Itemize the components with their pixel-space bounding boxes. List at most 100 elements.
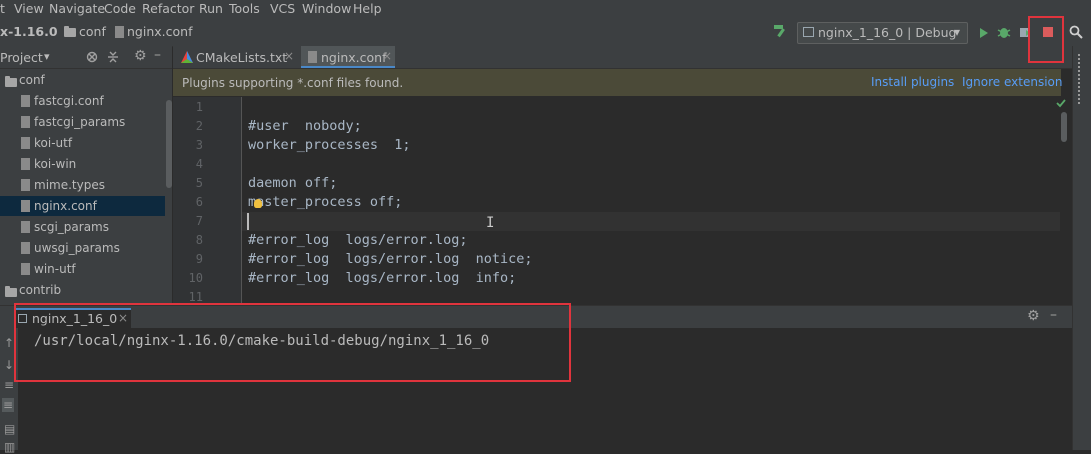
search-icon[interactable] <box>1069 25 1083 39</box>
menu-vcs[interactable]: VCS <box>270 1 295 16</box>
close-icon[interactable]: × <box>284 49 294 63</box>
code-line: #user nobody; <box>248 118 362 134</box>
line-number: 6 <box>195 195 203 209</box>
folder-icon <box>5 286 17 297</box>
breadcrumb-folder[interactable]: conf <box>79 24 106 39</box>
scroll-to-end-icon[interactable]: ≡ <box>2 398 14 412</box>
tab-label: nginx.conf <box>321 50 387 65</box>
tree-item-file[interactable]: uwsgi_params <box>0 238 165 258</box>
collapse-all-icon[interactable] <box>107 51 119 63</box>
tree-item-label: fastcgi.conf <box>34 94 104 108</box>
tree-item-label: koi-win <box>34 157 77 171</box>
run-config-label: nginx_1_16_0 | Debug <box>818 25 957 40</box>
line-number: 7 <box>195 214 203 228</box>
trash-icon[interactable]: ▥ <box>4 440 15 454</box>
lightbulb-icon[interactable] <box>254 199 262 208</box>
menu-navigate[interactable]: Navigate <box>49 1 105 16</box>
menu-tools[interactable]: Tools <box>229 1 260 16</box>
editor-scrollbar-thumb[interactable] <box>1061 112 1067 142</box>
code-line: worker_processes 1; <box>248 137 411 153</box>
gear-icon[interactable]: ⚙ <box>134 48 147 64</box>
close-icon[interactable]: × <box>382 49 392 63</box>
notification-message: Plugins supporting *.conf files found. <box>182 76 404 90</box>
minimize-icon[interactable]: – <box>1050 307 1057 323</box>
minimize-icon[interactable]: – <box>154 47 161 63</box>
right-tool-strip <box>1072 46 1091 450</box>
file-icon <box>21 158 30 170</box>
line-number: 4 <box>195 157 203 171</box>
tree-item-label: contrib <box>19 283 62 297</box>
code-lines[interactable]: #user nobody; worker_processes 1; daemon… <box>242 97 1060 305</box>
line-number-gutter: 1 2 3 4 5 6 7 8 9 10 11 <box>173 97 242 305</box>
up-arrow-icon[interactable]: ↑ <box>4 336 14 350</box>
line-number: 2 <box>195 119 203 133</box>
tree-item-file[interactable]: fastcgi.conf <box>0 91 165 111</box>
chevron-down-icon[interactable]: ▾ <box>44 50 50 63</box>
folder-icon <box>64 26 76 37</box>
tree-item-label: scgi_params <box>34 220 109 234</box>
code-line: master_process off; <box>248 194 403 210</box>
project-panel-header: Project ▾ ⚙ – <box>0 46 172 69</box>
file-icon <box>21 116 30 128</box>
tab-nginx-conf[interactable]: nginx.conf × <box>301 46 395 68</box>
tree-item-file[interactable]: fastcgi_params <box>0 112 165 132</box>
down-arrow-icon[interactable]: ↓ <box>4 358 14 372</box>
code-line: #error_log logs/error.log info; <box>248 270 517 286</box>
tree-item-file[interactable]: koi-utf <box>0 133 165 153</box>
console-output-highlight <box>14 303 571 382</box>
stop-button-highlight <box>1028 16 1064 63</box>
tree-item-label: uwsgi_params <box>34 241 120 255</box>
menu-window[interactable]: Window <box>302 1 351 16</box>
tree-item-file[interactable]: win-utf <box>0 259 165 279</box>
line-number: 10 <box>188 271 203 285</box>
tree-item-label: conf <box>19 73 45 87</box>
project-scrollbar[interactable] <box>166 100 172 188</box>
run-icon[interactable] <box>979 27 989 39</box>
tree-item-label: win-utf <box>34 262 76 276</box>
gear-icon[interactable]: ⚙ <box>1027 308 1040 324</box>
database-tool-icon[interactable] <box>1078 54 1088 104</box>
file-icon <box>21 200 30 212</box>
tree-item-file[interactable]: mime.types <box>0 175 165 195</box>
tree-item-label: koi-utf <box>34 136 73 150</box>
line-number: 9 <box>195 252 203 266</box>
tree-item-file[interactable]: scgi_params <box>0 217 165 237</box>
text-cursor-icon: I <box>486 215 495 231</box>
locate-icon[interactable] <box>86 51 98 63</box>
debug-icon[interactable] <box>997 25 1011 40</box>
tree-item-file[interactable]: koi-win <box>0 154 165 174</box>
menu-help[interactable]: Help <box>353 1 382 16</box>
tree-item-folder[interactable]: conf <box>0 70 165 90</box>
menu-run[interactable]: Run <box>199 1 223 16</box>
code-line: #error_log logs/error.log notice; <box>248 251 533 267</box>
breadcrumb-project[interactable]: x-1.16.0 <box>0 24 58 39</box>
breadcrumb-file[interactable]: nginx.conf <box>127 24 192 39</box>
menu-bar: t View Navigate Code Refactor Run Tools … <box>0 0 1091 17</box>
print-icon[interactable]: ▤ <box>4 422 15 436</box>
menu-code[interactable]: Code <box>104 1 136 16</box>
line-number: 5 <box>195 176 203 190</box>
tree-item-label: mime.types <box>34 178 105 192</box>
menu-view[interactable]: View <box>14 1 44 16</box>
hammer-icon[interactable] <box>772 24 788 38</box>
soft-wrap-icon[interactable]: ≡ <box>4 378 14 392</box>
plugin-notification-bar: Plugins supporting *.conf files found. I… <box>173 69 1062 96</box>
tree-item-label: fastcgi_params <box>34 115 126 129</box>
menu-tools-partial[interactable]: t <box>0 1 5 16</box>
menu-refactor[interactable]: Refactor <box>142 1 194 16</box>
cmake-icon <box>181 51 193 63</box>
text-caret <box>247 213 249 230</box>
project-panel-title[interactable]: Project <box>0 50 43 65</box>
ignore-extension-link[interactable]: Ignore extension <box>962 75 1062 89</box>
tree-item-file-selected[interactable]: nginx.conf <box>0 196 165 216</box>
tab-cmakelists[interactable]: CMakeLists.txt × <box>173 46 300 68</box>
tab-label: CMakeLists.txt <box>196 50 288 65</box>
project-tree: conf fastcgi.conf fastcgi_params koi-utf… <box>0 69 172 305</box>
line-number: 3 <box>195 138 203 152</box>
run-configuration-selector[interactable]: nginx_1_16_0 | Debug ▾ <box>797 22 968 44</box>
install-plugins-link[interactable]: Install plugins <box>871 75 954 89</box>
tree-item-folder[interactable]: contrib <box>0 280 165 300</box>
editor-tab-bar: CMakeLists.txt × nginx.conf × <box>173 46 1091 69</box>
tree-item-label: nginx.conf <box>34 199 97 213</box>
chevron-down-icon: ▾ <box>954 25 961 39</box>
